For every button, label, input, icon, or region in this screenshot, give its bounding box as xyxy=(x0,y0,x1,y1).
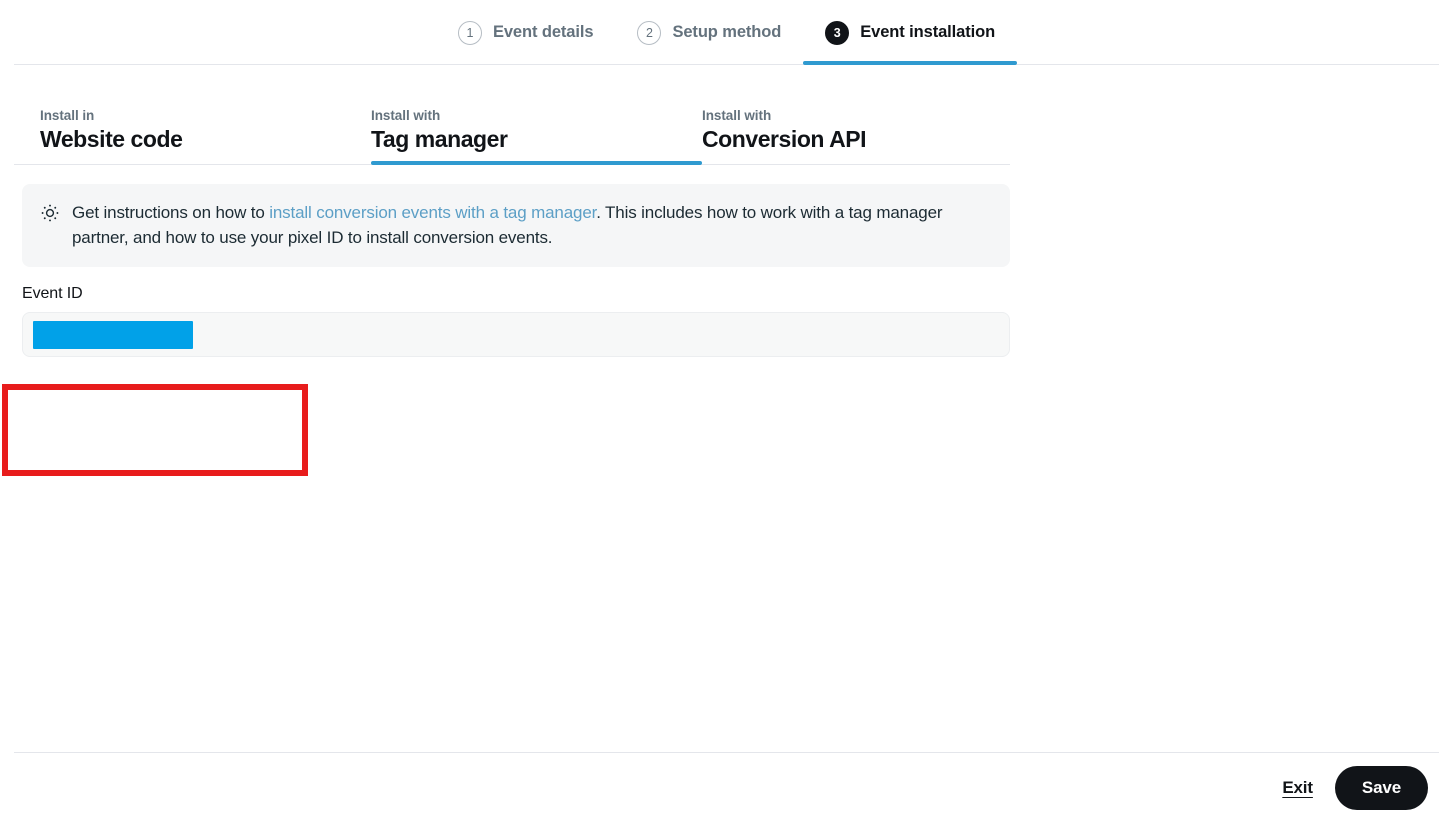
tab-tag-manager[interactable]: Install with Tag manager xyxy=(371,107,702,165)
tab-conversion-api-title: Conversion API xyxy=(702,125,1032,155)
step-1-label: Event details xyxy=(493,23,594,42)
event-id-field-block: Event ID xyxy=(22,285,1010,357)
event-id-input[interactable] xyxy=(22,312,1010,357)
active-step-underline xyxy=(803,61,1017,65)
tab-tag-manager-underline xyxy=(371,161,702,165)
step-3-label: Event installation xyxy=(860,23,995,42)
tip-sun-icon xyxy=(40,203,60,223)
wizard-stepper: 1 Event details 2 Setup method 3 Event i… xyxy=(0,0,1453,65)
step-3-badge: 3 xyxy=(825,21,849,45)
exit-button[interactable]: Exit xyxy=(1282,778,1313,798)
tab-tag-manager-title: Tag manager xyxy=(371,125,702,155)
save-button[interactable]: Save xyxy=(1335,766,1428,810)
tip-banner-text: Get instructions on how to install conve… xyxy=(72,200,977,250)
tip-banner: Get instructions on how to install conve… xyxy=(22,184,1010,267)
step-event-details[interactable]: 1 Event details xyxy=(436,0,616,65)
tab-tag-manager-kicker: Install with xyxy=(371,107,702,125)
tag-manager-instructions-link[interactable]: install conversion events with a tag man… xyxy=(269,203,596,222)
step-2-badge: 2 xyxy=(637,21,661,45)
event-id-redaction-overlay xyxy=(33,321,193,349)
step-event-installation[interactable]: 3 Event installation xyxy=(803,0,1017,65)
install-method-tabs: Install in Website code Install with Tag… xyxy=(0,103,1453,165)
event-id-label: Event ID xyxy=(22,285,1010,303)
annotation-highlight-box xyxy=(2,384,308,476)
footer-bar: Exit Save xyxy=(0,752,1453,830)
main-content: Install in Website code Install with Tag… xyxy=(0,103,1453,357)
tab-website-code-title: Website code xyxy=(40,125,371,155)
tip-text-before: Get instructions on how to xyxy=(72,203,269,222)
footer-actions: Exit Save xyxy=(1282,766,1428,810)
tab-conversion-api-kicker: Install with xyxy=(702,107,1032,125)
step-1-badge: 1 xyxy=(458,21,482,45)
footer-divider xyxy=(14,752,1439,753)
tab-conversion-api[interactable]: Install with Conversion API xyxy=(702,107,1032,165)
step-setup-method[interactable]: 2 Setup method xyxy=(615,0,803,65)
tab-website-code-kicker: Install in xyxy=(40,107,371,125)
tab-website-code[interactable]: Install in Website code xyxy=(40,107,371,165)
step-2-label: Setup method xyxy=(672,23,781,42)
